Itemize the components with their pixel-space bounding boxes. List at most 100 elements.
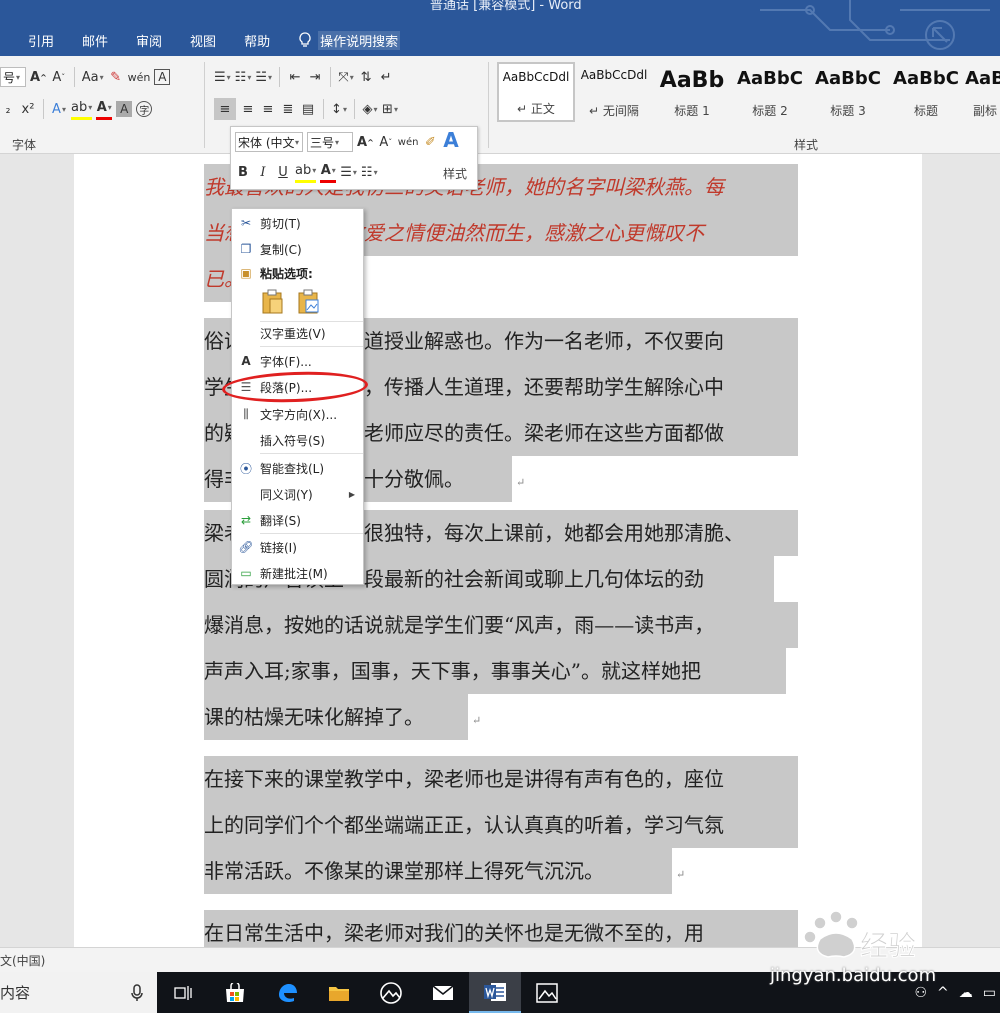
distributed-icon[interactable]: ▤ [300, 98, 316, 120]
shading-icon[interactable]: ◈ ▾ [362, 98, 378, 120]
smart-lookup-icon: ⦿ [239, 461, 252, 476]
text-line[interactable]: 爆消息，按她的话说就是学生们要“风声，雨——读书声， [204, 602, 798, 648]
font-size-combo[interactable]: 号 ▾ [0, 67, 26, 87]
mini-phonetic-icon[interactable]: wén [398, 131, 419, 153]
style-name: ↵ 正文 [517, 102, 555, 116]
styles-group-label: 样式 [794, 138, 819, 152]
borders-icon[interactable]: ⊞ ▾ [382, 98, 398, 120]
mini-font-color-icon[interactable]: A ▾ [320, 161, 337, 183]
paragraph-4[interactable]: 在日常生活中，梁老师对我们的关怀也是无微不至的，用 [204, 910, 798, 947]
mini-highlight-icon[interactable]: ab ▾ [295, 161, 317, 183]
style-title[interactable]: AaBbC 标题 [887, 62, 965, 122]
decrease-indent-icon[interactable]: ⇤ [287, 66, 303, 88]
file-explorer-icon[interactable] [313, 972, 365, 1013]
subscript-icon[interactable]: ₂ [0, 98, 16, 120]
sort-icon[interactable]: ⇅ [358, 66, 374, 88]
text-effects-icon[interactable]: A ▾ [51, 98, 67, 120]
justify-icon[interactable]: ≣ [280, 98, 296, 120]
tell-me-search[interactable]: 操作说明搜索 [298, 30, 401, 50]
menu-item-translate[interactable]: ⇄ 翻译(S) [232, 508, 363, 532]
text-line[interactable]: 非常活跃。不像某的课堂那样上得死气沉沉。 ↵ [204, 848, 798, 894]
increase-indent-icon[interactable]: ⇥ [307, 66, 323, 88]
font-group-label: 字体 [12, 138, 37, 152]
store-icon[interactable] [209, 972, 261, 1013]
mini-underline-button[interactable]: U [275, 161, 291, 183]
text-line[interactable]: 课的枯燥无味化解掉了。 ↵ [204, 694, 798, 740]
char-shading-icon[interactable]: A [116, 101, 133, 117]
photo-viewer-icon[interactable] [521, 972, 573, 1013]
mini-grow-font-button[interactable]: A ^ [357, 131, 374, 153]
task-view-icon[interactable] [157, 972, 209, 1013]
paragraph-3[interactable]: 在接下来的课堂教学中，梁老师也是讲得有声有色的，座位 上的同学们个个都坐端端正正… [204, 756, 798, 894]
mini-italic-button[interactable]: I [255, 161, 271, 183]
mini-bold-button[interactable]: B [235, 161, 251, 183]
style-subtitle[interactable]: AaB 副标 [965, 62, 1000, 122]
paste-picture-icon[interactable] [296, 289, 322, 315]
chinese-layout-icon[interactable]: ⤧ ▾ [338, 66, 354, 88]
style-normal[interactable]: AaBbCcDdl ↵ 正文 [497, 62, 575, 122]
shrink-font-button[interactable]: Aˇ [51, 66, 67, 88]
document-area[interactable]: 我最喜欢的人是我初三的英语老师，她的名字叫梁秋燕。每 当想起她，我的敬爱之情便油… [0, 154, 1000, 947]
style-name: 标题 [913, 104, 938, 118]
phonetic-guide-icon[interactable]: wén [128, 66, 151, 88]
edge-icon[interactable] [261, 972, 313, 1013]
photos-app-icon[interactable] [365, 972, 417, 1013]
superscript-icon[interactable]: x² [20, 98, 36, 120]
menu-item-link[interactable]: 🔗︎ 链接(I) [232, 535, 363, 559]
clear-format-icon[interactable]: ✎ [108, 66, 124, 88]
enclose-char-icon[interactable]: 字 [136, 101, 153, 117]
document-page[interactable]: 我最喜欢的人是我初三的英语老师，她的名字叫梁秋燕。每 当想起她，我的敬爱之情便油… [74, 154, 922, 947]
align-right-icon[interactable]: ≡ [260, 98, 276, 120]
tab-review[interactable]: 审阅 [136, 31, 162, 50]
menu-item-reconvert[interactable]: 汉字重选(V) [232, 321, 363, 345]
language-status[interactable]: 文(中国) [0, 952, 45, 969]
style-heading-3[interactable]: AaBbC 标题 3 [809, 62, 887, 122]
tab-mailings[interactable]: 邮件 [82, 31, 108, 50]
style-heading-1[interactable]: AaBb 标题 1 [653, 62, 731, 122]
menu-item-copy[interactable]: ❐ 复制(C) [232, 237, 363, 261]
show-marks-icon[interactable]: ↵ [378, 66, 394, 88]
paragraph-mark: ↵ [676, 868, 686, 881]
line-spacing-icon[interactable]: ↕ ▾ [331, 98, 347, 120]
mini-styles-icon[interactable]: A [443, 128, 459, 152]
grow-font-button[interactable]: A ^ [30, 66, 47, 88]
menu-item-insert-symbol[interactable]: 插入符号(S) [232, 428, 363, 452]
mini-styles-label[interactable]: 样式 [443, 165, 467, 182]
tab-references[interactable]: 引用 [28, 31, 54, 50]
text-line[interactable]: 上的同学们个个都坐端端正正，认认真真的听着，学习气氛 [204, 802, 798, 848]
mini-size-combo[interactable]: 三号 ▾ [307, 132, 353, 152]
submenu-arrow-icon: ▶ [348, 489, 355, 499]
bullets-icon[interactable]: ☰ ▾ [214, 66, 231, 88]
numbering-icon[interactable]: ☷ ▾ [235, 66, 252, 88]
mini-bullets-icon[interactable]: ☰ ▾ [340, 161, 357, 183]
menu-item-smart-lookup[interactable]: ⦿ 智能查找(L) [232, 456, 363, 480]
menu-item-font[interactable]: A 字体(F)... [232, 349, 363, 373]
menu-item-text-direction[interactable]: ⫼ 文字方向(X)... [232, 402, 363, 426]
multilevel-list-icon[interactable]: ☱ ▾ [255, 66, 272, 88]
align-left-icon[interactable]: ≡ [214, 98, 236, 120]
tab-view[interactable]: 视图 [190, 31, 216, 50]
menu-item-synonyms[interactable]: 同义词(Y) ▶ [232, 482, 363, 506]
word-taskbar-icon[interactable] [469, 972, 521, 1013]
style-no-spacing[interactable]: AaBbCcDdl ↵ 无间隔 [575, 62, 653, 122]
highlight-icon[interactable]: ab ▾ [71, 98, 93, 120]
text-line[interactable]: 在日常生活中，梁老师对我们的关怀也是无微不至的，用 [204, 910, 798, 947]
text-line[interactable]: 在接下来的课堂教学中，梁老师也是讲得有声有色的，座位 [204, 756, 798, 802]
mini-shrink-font-button[interactable]: Aˇ [378, 131, 394, 153]
char-border-icon[interactable]: A [154, 69, 171, 85]
menu-item-cut[interactable]: ✂ 剪切(T) [232, 211, 363, 235]
paste-keep-formatting-icon[interactable] [260, 289, 286, 315]
font-color-icon[interactable]: A ▾ [96, 98, 113, 120]
mini-format-painter-icon[interactable]: ✐ [422, 131, 438, 153]
text-line[interactable]: 声声入耳;家事，国事，天下事，事事关心”。就这样她把 [204, 648, 798, 694]
taskbar-search[interactable]: 内容 [0, 972, 157, 1013]
menu-item-new-comment[interactable]: ▭ 新建批注(M) [232, 561, 363, 585]
mini-font-combo[interactable]: 宋体 (中文 ▾ [235, 132, 303, 152]
mini-numbering-icon[interactable]: ☷ ▾ [361, 161, 378, 183]
microphone-icon[interactable] [131, 983, 143, 1002]
style-heading-2[interactable]: AaBbC 标题 2 [731, 62, 809, 122]
mail-icon[interactable] [417, 972, 469, 1013]
change-case-button[interactable]: Aa ▾ [82, 66, 104, 88]
tab-help[interactable]: 帮助 [244, 31, 270, 50]
align-center-icon[interactable]: ≡ [240, 98, 256, 120]
